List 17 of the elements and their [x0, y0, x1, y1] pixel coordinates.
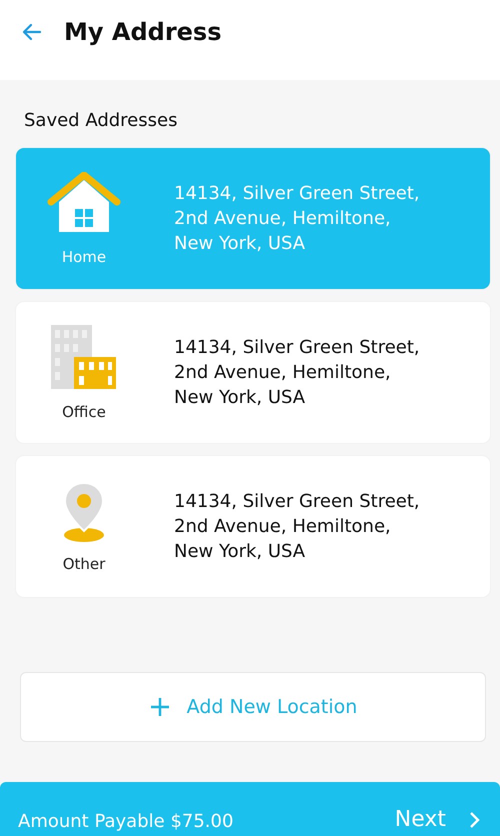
address-card[interactable]: Other 14134, Silver Green Street, 2nd Avenue, Hemiltone, New York, USA — [16, 456, 490, 597]
address-text: 14134, Silver Green Street, 2nd Avenue, Hemiltone, New York, USA — [174, 336, 420, 410]
address-text: 14134, Silver Green Street, 2nd Avenue, Hemiltone, New York, USA — [174, 182, 420, 256]
section-title: Saved Addresses — [23, 109, 178, 128]
amount-payable: Amount Payable $75.00 — [18, 811, 234, 832]
address-type-label: Office — [62, 402, 106, 420]
chevron-right-icon — [468, 810, 480, 830]
plus-icon — [148, 696, 171, 718]
address-type-label: Other — [62, 554, 106, 572]
address-type-label: Home — [62, 248, 106, 266]
address-card[interactable]: Home 14134, Silver Green Street, 2nd Avenue, Hemiltone, New York, USA — [16, 148, 490, 289]
buildings-icon — [51, 324, 117, 390]
address-card[interactable]: Office 14134, Silver Green Street, 2nd Avenue, Hemiltone, New York, USA — [16, 302, 490, 443]
next-button[interactable]: Next — [394, 807, 480, 832]
address-text: 14134, Silver Green Street, 2nd Avenue, Hemiltone, New York, USA — [174, 490, 420, 564]
add-location-button[interactable]: Add New Location — [20, 672, 486, 742]
page-title: My Address — [64, 18, 222, 46]
